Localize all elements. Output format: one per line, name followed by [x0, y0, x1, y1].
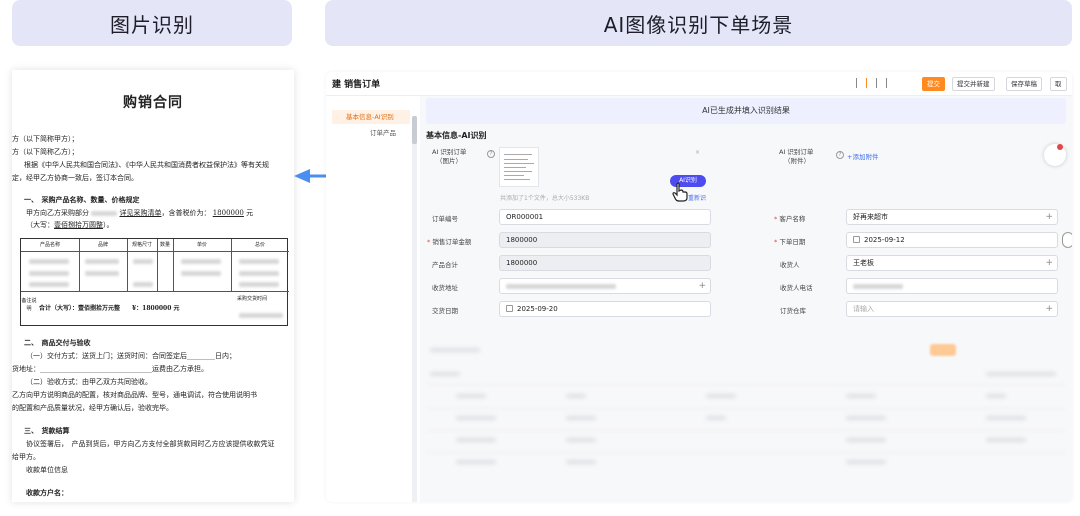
warehouse-label: 订货仓库 [780, 307, 806, 315]
save-draft-button[interactable]: 保存草稿 [1006, 77, 1042, 91]
sales-order-window: 建 销售订单 提交 提交并新建 保存草稿 取 基本信息-AI识别 订单产品 AI… [326, 72, 1072, 502]
th-total: 总价 [254, 242, 265, 248]
section-3-line-3: 收款单位信息 [26, 466, 68, 474]
view-icon[interactable] [866, 78, 873, 88]
th-product: 产品名称 [39, 242, 60, 248]
re-recognize-link[interactable]: 重新识 [688, 193, 706, 202]
add-icon[interactable]: + [1045, 210, 1053, 224]
customer-label: * 客户名称 [774, 215, 806, 223]
amount-label: * 销售订单金额 [427, 238, 472, 246]
view-icon[interactable] [886, 78, 893, 88]
address-label: 收货地址 [432, 284, 458, 292]
sidebar-item-products[interactable]: 订单产品 [332, 126, 410, 140]
remove-image-icon[interactable]: × [695, 149, 700, 156]
section-2-heading: 二、 商品交付与验收 [24, 338, 91, 347]
section-1-line: 甲方向乙方采购部分 详见采购清单，含普税价为： 1800000 元 [26, 209, 254, 217]
th-spec: 规格尺寸 [131, 242, 152, 248]
th-unit-price: 单价 [196, 242, 207, 248]
purchase-table: 产品名称 品牌 规格尺寸 数量 单价 总价 备注说明 合计（大写）：壹佰捌拾万元… [20, 238, 289, 326]
blurred-product-table [426, 336, 1066, 496]
contract-document: 购销合同 方（以下简称甲方）； 方（以下简称乙方）； 根据《中华人民共和国合同法… [12, 70, 294, 502]
payee-label: 收款方户名： [26, 488, 68, 497]
section-3-line-2: 给甲方。 [12, 453, 40, 461]
cancel-button[interactable]: 取 [1050, 77, 1067, 91]
section-2-line-5: 的配置和产品质量状况，经甲方确认后，验收完毕。 [12, 404, 173, 412]
section-2-line-3: （二）验收方式：由甲乙双方共同验收。 [26, 378, 152, 386]
ai-result-notice: AI已生成并填入识别结果 [426, 98, 1066, 124]
submit-new-button[interactable]: 提交并新建 [952, 77, 995, 91]
sidebar-scrollbar[interactable] [412, 116, 417, 502]
receiver-label: 收货人 [780, 261, 800, 269]
order-date-label: * 下单日期 [774, 238, 806, 246]
help-icon[interactable]: ? [836, 151, 844, 159]
section-3-line-1: 协议签署后， 产品到货后，甲方向乙方支付全部货款同时乙方应该提供收款凭证 [26, 440, 275, 448]
add-icon[interactable]: + [1045, 302, 1053, 316]
view-switch[interactable] [856, 78, 893, 88]
amount-input[interactable]: 1800000 [499, 232, 711, 248]
submit-button[interactable]: 提交 [922, 77, 945, 91]
top-bar: 建 销售订单 提交 提交并新建 保存草稿 取 [326, 72, 1072, 96]
pointer-hand-icon [672, 182, 688, 202]
warehouse-input[interactable]: 请输入 + [846, 301, 1058, 317]
attach-field-sublabel: （附件） [784, 157, 810, 165]
sidebar-item-basic-info[interactable]: 基本信息-AI识别 [332, 110, 410, 124]
sidebar-scroll-thumb[interactable] [412, 116, 417, 144]
th-brand: 品牌 [97, 242, 108, 248]
help-icon[interactable]: ? [487, 150, 495, 158]
product-total-input[interactable]: 1800000 [499, 255, 711, 271]
receiver-phone-input[interactable] [846, 278, 1058, 294]
section-2-line-2: 货地址：________________________________运费由乙… [12, 365, 208, 373]
party-b-line: 方（以下简称乙方）； [12, 148, 79, 156]
section-2-line-1: （一）交付方式：送货上门；送货时间：合同签定后________日内； [26, 352, 236, 360]
calendar-icon [853, 236, 860, 243]
calendar-icon [506, 305, 513, 312]
order-no-input[interactable]: OR000001 [499, 209, 711, 225]
banner-ai-order-scenario: AI图像识别下单场景 [325, 0, 1072, 46]
side-handle[interactable] [1062, 232, 1072, 248]
table-total-line: 合计（大写）：壹佰捌拾万元整 ¥：1800000 元 [39, 305, 180, 312]
delivery-date-label: 交货日期 [432, 307, 458, 315]
section-1-heading: 一、 采购产品名称、数量、价格规定 [24, 195, 140, 204]
order-no-label: 订单编号 [432, 215, 458, 223]
table-delivery-time: 采购交货时间 [237, 296, 268, 302]
table-remark: 备注说明 [21, 298, 37, 312]
party-a-line: 方（以下简称甲方）； [12, 135, 79, 143]
add-attachment-link[interactable]: +添加附件 [847, 151, 878, 161]
section-3-heading: 三、 货款结算 [24, 426, 70, 435]
section-title: 基本信息-AI识别 [426, 131, 487, 140]
receiver-input[interactable]: 王老板 + [846, 255, 1058, 271]
product-total-label: 产品合计 [432, 261, 458, 269]
image-field-sublabel: （图片） [436, 157, 462, 165]
view-icon[interactable] [856, 78, 863, 88]
contract-title: 购销合同 [123, 95, 183, 111]
page-title: 建 销售订单 [332, 80, 381, 90]
delivery-date-input[interactable]: 2025-09-20 [499, 301, 711, 317]
uploaded-image-thumbnail[interactable] [499, 147, 539, 187]
section-1-caps: （大写：壹佰捌拾万圆整）。 [26, 221, 114, 229]
customer-input[interactable]: 好再来超市 + [846, 209, 1058, 225]
add-icon[interactable]: + [1045, 256, 1053, 270]
address-input[interactable]: + [499, 278, 711, 294]
section-2-line-4: 乙方向甲方说明商品的配置，核对商品品牌、型号，通电调试，符合使用说明书 [12, 391, 257, 399]
sidebar: 基本信息-AI识别 订单产品 [326, 96, 420, 502]
th-qty: 数量 [159, 242, 170, 248]
add-icon[interactable]: + [698, 279, 706, 293]
upload-hint: 共添加了1个文件，总大小533KB [500, 195, 590, 202]
receiver-phone-label: 收货人电话 [780, 284, 813, 292]
notification-badge [1057, 144, 1063, 150]
view-icon[interactable] [876, 78, 883, 88]
banner-image-recognition: 图片识别 [12, 0, 292, 46]
order-date-input[interactable]: 2025-09-12 [846, 232, 1058, 248]
intro-line-2: 定，经甲乙方协商一致后，签订本合同。 [12, 174, 138, 182]
intro-line-1: 根据《中华人民共和国合同法》、《中华人民共和国消费者权益保护法》等有关规 [24, 161, 269, 169]
